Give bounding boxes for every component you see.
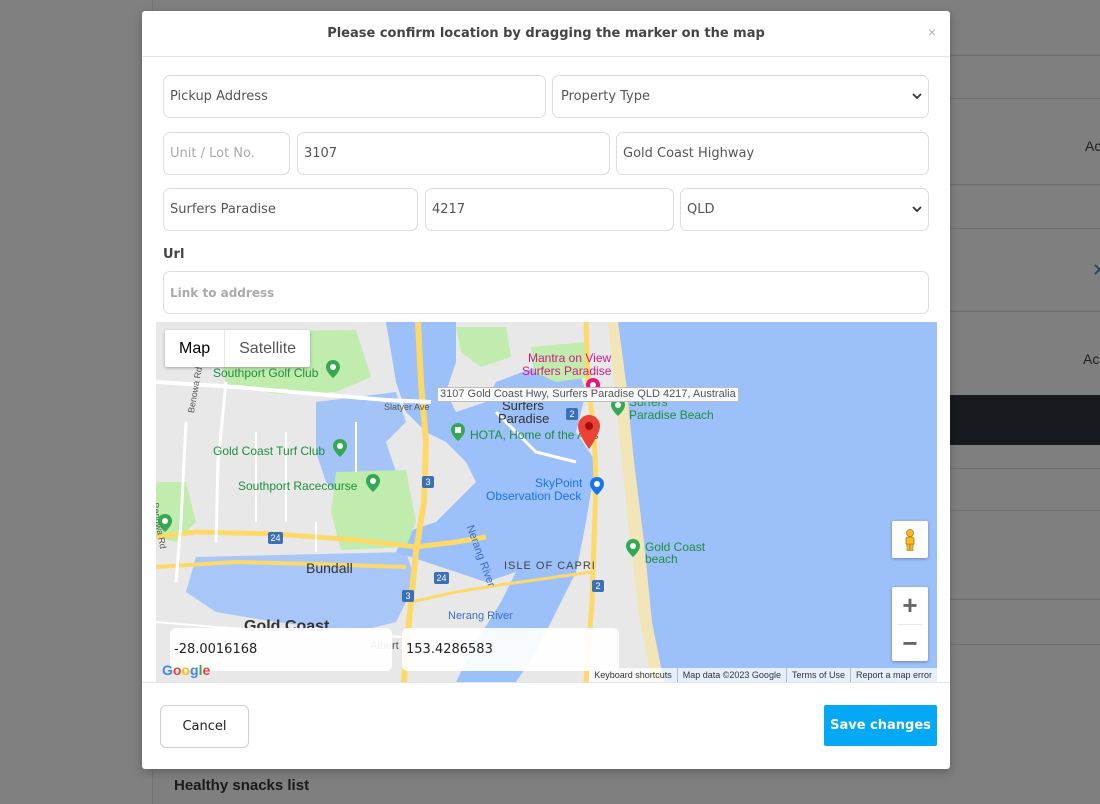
map-data-attribution: Map data ©2023 Google — [676, 668, 786, 682]
map-attribution-bar: Keyboard shortcuts Map data ©2023 Google… — [589, 668, 937, 682]
state-select[interactable]: QLD — [680, 188, 929, 231]
zoom-in-button[interactable]: + — [892, 587, 928, 624]
url-placeholder: Link to address — [170, 285, 275, 300]
location-map[interactable]: Southport Golf Club Mantra on View Surfe… — [156, 322, 937, 682]
suburb-input[interactable]: Surfers Paradise — [163, 188, 418, 231]
property-type-select[interactable]: Property Type — [552, 75, 929, 118]
zoom-control: + − — [892, 587, 928, 661]
street-number-input[interactable]: 3107 — [297, 132, 610, 175]
zoom-out-button[interactable]: − — [892, 625, 928, 662]
gc-beach-pin-icon[interactable] — [626, 539, 640, 557]
background-divider — [950, 510, 1100, 511]
suburb-value: Surfers Paradise — [170, 202, 276, 217]
route-badge: 24 — [434, 572, 449, 584]
report-map-error-link[interactable]: Report a map error — [849, 668, 937, 682]
street-view-pegman-button[interactable] — [892, 521, 928, 558]
street-name-input[interactable]: Gold Coast Highway — [616, 132, 929, 175]
golf-pin-icon[interactable] — [326, 360, 340, 378]
background-label: Ac — [1083, 351, 1100, 367]
address-tooltip: 3107 Gold Coast Hwy, Surfers Paradise QL… — [437, 387, 739, 402]
map-label: Bundall — [306, 560, 353, 576]
background-dark-bar — [950, 395, 1100, 445]
map-label: SkyPoint — [535, 476, 583, 490]
map-label: Paradise Beach — [629, 408, 714, 422]
postcode-value: 4217 — [432, 202, 466, 217]
terms-of-use-link[interactable]: Terms of Use — [785, 668, 850, 682]
map-label: Slatyer Ave — [384, 402, 430, 412]
background-label: Ac — [1085, 138, 1100, 154]
map-label: beach — [645, 552, 678, 566]
route-badge: 3 — [422, 476, 434, 488]
url-label: Url — [163, 247, 185, 262]
map-type-satellite-button[interactable]: Satellite — [225, 330, 310, 367]
map-label: Surfers Paradise — [522, 364, 612, 378]
background-divider — [950, 228, 1100, 229]
map-label: Paradise — [498, 411, 550, 426]
close-icon[interactable]: × — [928, 24, 936, 40]
map-type-map-button[interactable]: Map — [165, 330, 226, 367]
background-section-title: Healthy snacks list — [174, 777, 310, 794]
map-label: Observation Deck — [486, 489, 582, 503]
route-badge: 2 — [566, 408, 578, 420]
pickup-address-placeholder: Pickup Address — [170, 89, 268, 104]
map-label: Southport Racecourse — [238, 479, 358, 493]
google-logo: Google — [162, 662, 211, 678]
cancel-button[interactable]: Cancel — [160, 705, 249, 748]
background-divider — [950, 55, 1100, 56]
map-label: Nerang River — [448, 610, 513, 622]
racecourse-pin-icon[interactable] — [366, 474, 380, 492]
location-confirm-modal: Please confirm location by dragging the … — [142, 11, 950, 769]
pegman-icon — [905, 528, 915, 551]
background-divider — [950, 599, 1100, 600]
longitude-value: 153.4286583 — [406, 642, 493, 657]
skypoint-pin-icon[interactable] — [590, 477, 604, 495]
keyboard-shortcuts-link[interactable]: Keyboard shortcuts — [589, 668, 677, 682]
background-divider — [950, 468, 1100, 469]
pickup-address-input[interactable]: Pickup Address — [163, 75, 546, 118]
route-badge: 24 — [268, 532, 283, 544]
route-badge: 2 — [592, 580, 604, 592]
turf-club-pin-icon[interactable] — [333, 439, 347, 457]
location-marker-icon[interactable] — [578, 415, 600, 449]
map-label: Gold Coast Turf Club — [213, 444, 326, 458]
background-divider — [950, 644, 1100, 645]
modal-header: Please confirm location by dragging the … — [142, 11, 950, 57]
background-divider — [950, 98, 1100, 99]
background-divider — [950, 184, 1100, 185]
background-close-icon: ✕ — [1092, 260, 1100, 280]
longitude-input[interactable]: 153.4286583 — [402, 628, 619, 671]
postcode-input[interactable]: 4217 — [425, 188, 674, 231]
map-type-control: Map Satellite — [165, 330, 311, 367]
street-number-value: 3107 — [304, 146, 338, 161]
unit-lot-input[interactable]: Unit / Lot No. — [163, 132, 290, 175]
modal-footer-divider — [142, 682, 950, 683]
save-changes-button[interactable]: Save changes — [824, 705, 937, 746]
property-type-value: Property Type — [561, 89, 651, 104]
map-label: Southport Golf Club — [213, 366, 319, 380]
map-label: ISLE OF CAPRI — [504, 560, 596, 572]
chevron-down-icon — [912, 93, 922, 100]
route-badge: 3 — [402, 590, 414, 602]
chevron-down-icon — [912, 206, 922, 213]
state-value: QLD — [687, 202, 715, 217]
street-name-value: Gold Coast Highway — [623, 146, 755, 161]
modal-title: Please confirm location by dragging the … — [327, 26, 765, 41]
park-pin-icon[interactable] — [158, 514, 172, 532]
map-label: Mantra on View — [528, 351, 612, 365]
hota-pin-icon[interactable] — [451, 423, 465, 441]
background-divider — [950, 311, 1100, 312]
latitude-value: -28.0016168 — [174, 642, 258, 657]
unit-lot-placeholder: Unit / Lot No. — [170, 146, 255, 161]
url-input[interactable]: Link to address — [163, 271, 929, 314]
